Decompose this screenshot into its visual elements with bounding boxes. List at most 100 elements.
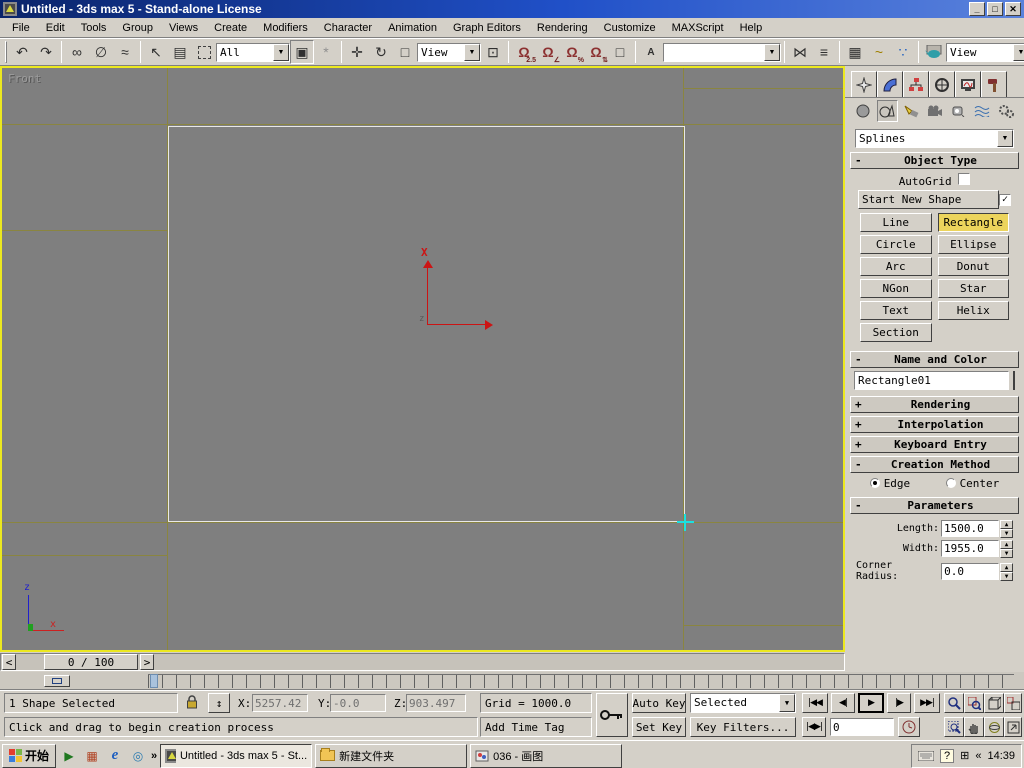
angle-snap-button[interactable]: Ω∠ (536, 40, 560, 64)
minimize-button[interactable]: _ (969, 2, 985, 16)
add-time-tag[interactable]: Add Time Tag (480, 717, 592, 737)
menu-character[interactable]: Character (316, 20, 380, 36)
menu-file[interactable]: File (4, 20, 38, 36)
keyboard-override-toggle[interactable]: A (639, 40, 663, 64)
auto-key-button[interactable]: Auto Key (632, 693, 686, 713)
viewport-front[interactable]: Front X z z x (0, 66, 845, 652)
rendering-header[interactable]: + Rendering (850, 396, 1019, 413)
start-new-shape-button[interactable]: Start New Shape (858, 190, 999, 209)
quicklaunch-desktop[interactable]: ▦ (82, 746, 102, 766)
select-and-manipulate-button[interactable]: * (314, 40, 338, 64)
menu-tools[interactable]: Tools (73, 20, 115, 36)
select-by-name-button[interactable]: ▤ (168, 40, 192, 64)
render-scene-button[interactable] (922, 40, 946, 64)
go-to-end-button[interactable]: ▶▶| (914, 693, 940, 713)
window-crossing-toggle[interactable]: ▣ (290, 40, 314, 64)
quicklaunch-media-player[interactable]: ▶ (59, 746, 79, 766)
keyboard-icon[interactable] (918, 751, 934, 761)
zoom-button[interactable] (944, 693, 964, 713)
time-configuration-button[interactable] (898, 717, 920, 737)
quicklaunch-internet-explorer[interactable]: e (105, 746, 125, 766)
viewport-label[interactable]: Front (8, 72, 41, 85)
shape-button-line[interactable]: Line (860, 213, 932, 232)
width-spinner[interactable]: ▲▼ (1000, 540, 1013, 557)
subtab-lights[interactable] (901, 100, 922, 122)
go-to-start-button[interactable]: |◀◀ (802, 693, 828, 713)
menu-modifiers[interactable]: Modifiers (255, 20, 316, 36)
creation-method-header[interactable]: - Creation Method (850, 456, 1019, 473)
key-filter-selection-dropdown[interactable]: Selected ▼ (690, 693, 796, 713)
bind-to-space-warp-button[interactable]: ≈ (113, 40, 137, 64)
menu-customize[interactable]: Customize (596, 20, 664, 36)
unlink-selection-button[interactable]: ∅ (89, 40, 113, 64)
shape-button-rectangle[interactable]: Rectangle (938, 213, 1010, 232)
layer-manager-button[interactable]: ▦ (843, 40, 867, 64)
frame-ruler[interactable] (148, 674, 1014, 688)
tab-utilities[interactable] (981, 71, 1007, 97)
quicklaunch-chevron[interactable]: » (151, 750, 157, 762)
time-next-button[interactable]: > (140, 654, 154, 670)
select-and-move-button[interactable]: ✛ (345, 40, 369, 64)
redo-button[interactable]: ↷ (34, 40, 58, 64)
named-selection-sets-button[interactable]: □ (608, 40, 632, 64)
name-color-header[interactable]: - Name and Color (850, 351, 1019, 368)
undo-button[interactable]: ↶ (10, 40, 34, 64)
tab-display[interactable] (955, 71, 981, 97)
key-mode-toggle-button[interactable]: |◀▶| (802, 717, 826, 737)
menu-help[interactable]: Help (732, 20, 771, 36)
keyboard-entry-header[interactable]: + Keyboard Entry (850, 436, 1019, 453)
object-color-swatch[interactable] (1013, 371, 1015, 390)
shape-button-donut[interactable]: Donut (938, 257, 1010, 276)
snap-toggle-button[interactable]: Ω2.5 (512, 40, 536, 64)
set-key-button[interactable]: Set Key (632, 717, 686, 737)
y-coord-field[interactable] (330, 694, 386, 712)
percent-snap-button[interactable]: Ω% (560, 40, 584, 64)
render-viewport-dropdown[interactable]: View ▼ (946, 43, 1024, 62)
menu-edit[interactable]: Edit (38, 20, 73, 36)
reference-coordinate-dropdown[interactable]: View ▼ (417, 43, 481, 62)
shape-button-ngon[interactable]: NGon (860, 279, 932, 298)
selection-filter-dropdown[interactable]: All ▼ (216, 43, 290, 62)
subtab-shapes[interactable] (877, 100, 898, 122)
previous-frame-button[interactable]: ◀| (831, 693, 855, 713)
transform-type-in-button[interactable]: ↕ (208, 693, 230, 713)
tab-create[interactable] (851, 71, 877, 97)
taskbar-item-3dsmax[interactable]: Untitled - 3ds max 5 - St... (160, 744, 312, 768)
key-filters-button[interactable]: Key Filters... (690, 717, 796, 737)
menu-group[interactable]: Group (114, 20, 161, 36)
menu-animation[interactable]: Animation (380, 20, 445, 36)
current-frame-marker[interactable] (150, 674, 158, 688)
menu-graph-editors[interactable]: Graph Editors (445, 20, 529, 36)
time-slider-handle[interactable]: 0 / 100 (44, 654, 138, 670)
current-frame-field[interactable] (830, 718, 894, 736)
shape-button-arc[interactable]: Arc (860, 257, 932, 276)
selection-region-button[interactable] (192, 40, 216, 64)
shape-button-text[interactable]: Text (860, 301, 932, 320)
select-and-scale-button[interactable]: □ (393, 40, 417, 64)
spinner-snap-button[interactable]: Ω⇅ (584, 40, 608, 64)
tab-modify[interactable] (877, 71, 903, 97)
zoom-extents-button[interactable] (984, 693, 1004, 713)
taskbar-item-paint[interactable]: 036 - 画图 (470, 744, 622, 768)
pan-button[interactable] (964, 717, 984, 737)
play-button[interactable]: ▶ (858, 693, 884, 713)
close-button[interactable]: ✕ (1005, 2, 1021, 16)
subtab-systems[interactable] (995, 100, 1016, 122)
window-switch-icon[interactable]: ⊞ (960, 749, 969, 762)
length-input[interactable] (941, 520, 999, 537)
shape-button-section[interactable]: Section (860, 323, 932, 342)
shape-button-ellipse[interactable]: Ellipse (938, 235, 1010, 254)
quicklaunch-messenger[interactable]: ◎ (128, 746, 148, 766)
restore-button[interactable]: □ (987, 2, 1003, 16)
start-button[interactable]: 开始 (2, 744, 56, 768)
toolbar-grip[interactable] (5, 41, 7, 63)
subtab-geometry[interactable] (853, 100, 874, 122)
length-spinner[interactable]: ▲▼ (1000, 520, 1013, 537)
select-and-rotate-button[interactable]: ↻ (369, 40, 393, 64)
parameters-header[interactable]: - Parameters (850, 497, 1019, 514)
set-key-toggle-button[interactable] (596, 693, 628, 737)
object-name-input[interactable] (854, 371, 1009, 390)
min-max-toggle-button[interactable] (1004, 717, 1022, 737)
taskbar-item-folder[interactable]: 新建文件夹 (315, 744, 467, 768)
subtab-helpers[interactable] (948, 100, 969, 122)
